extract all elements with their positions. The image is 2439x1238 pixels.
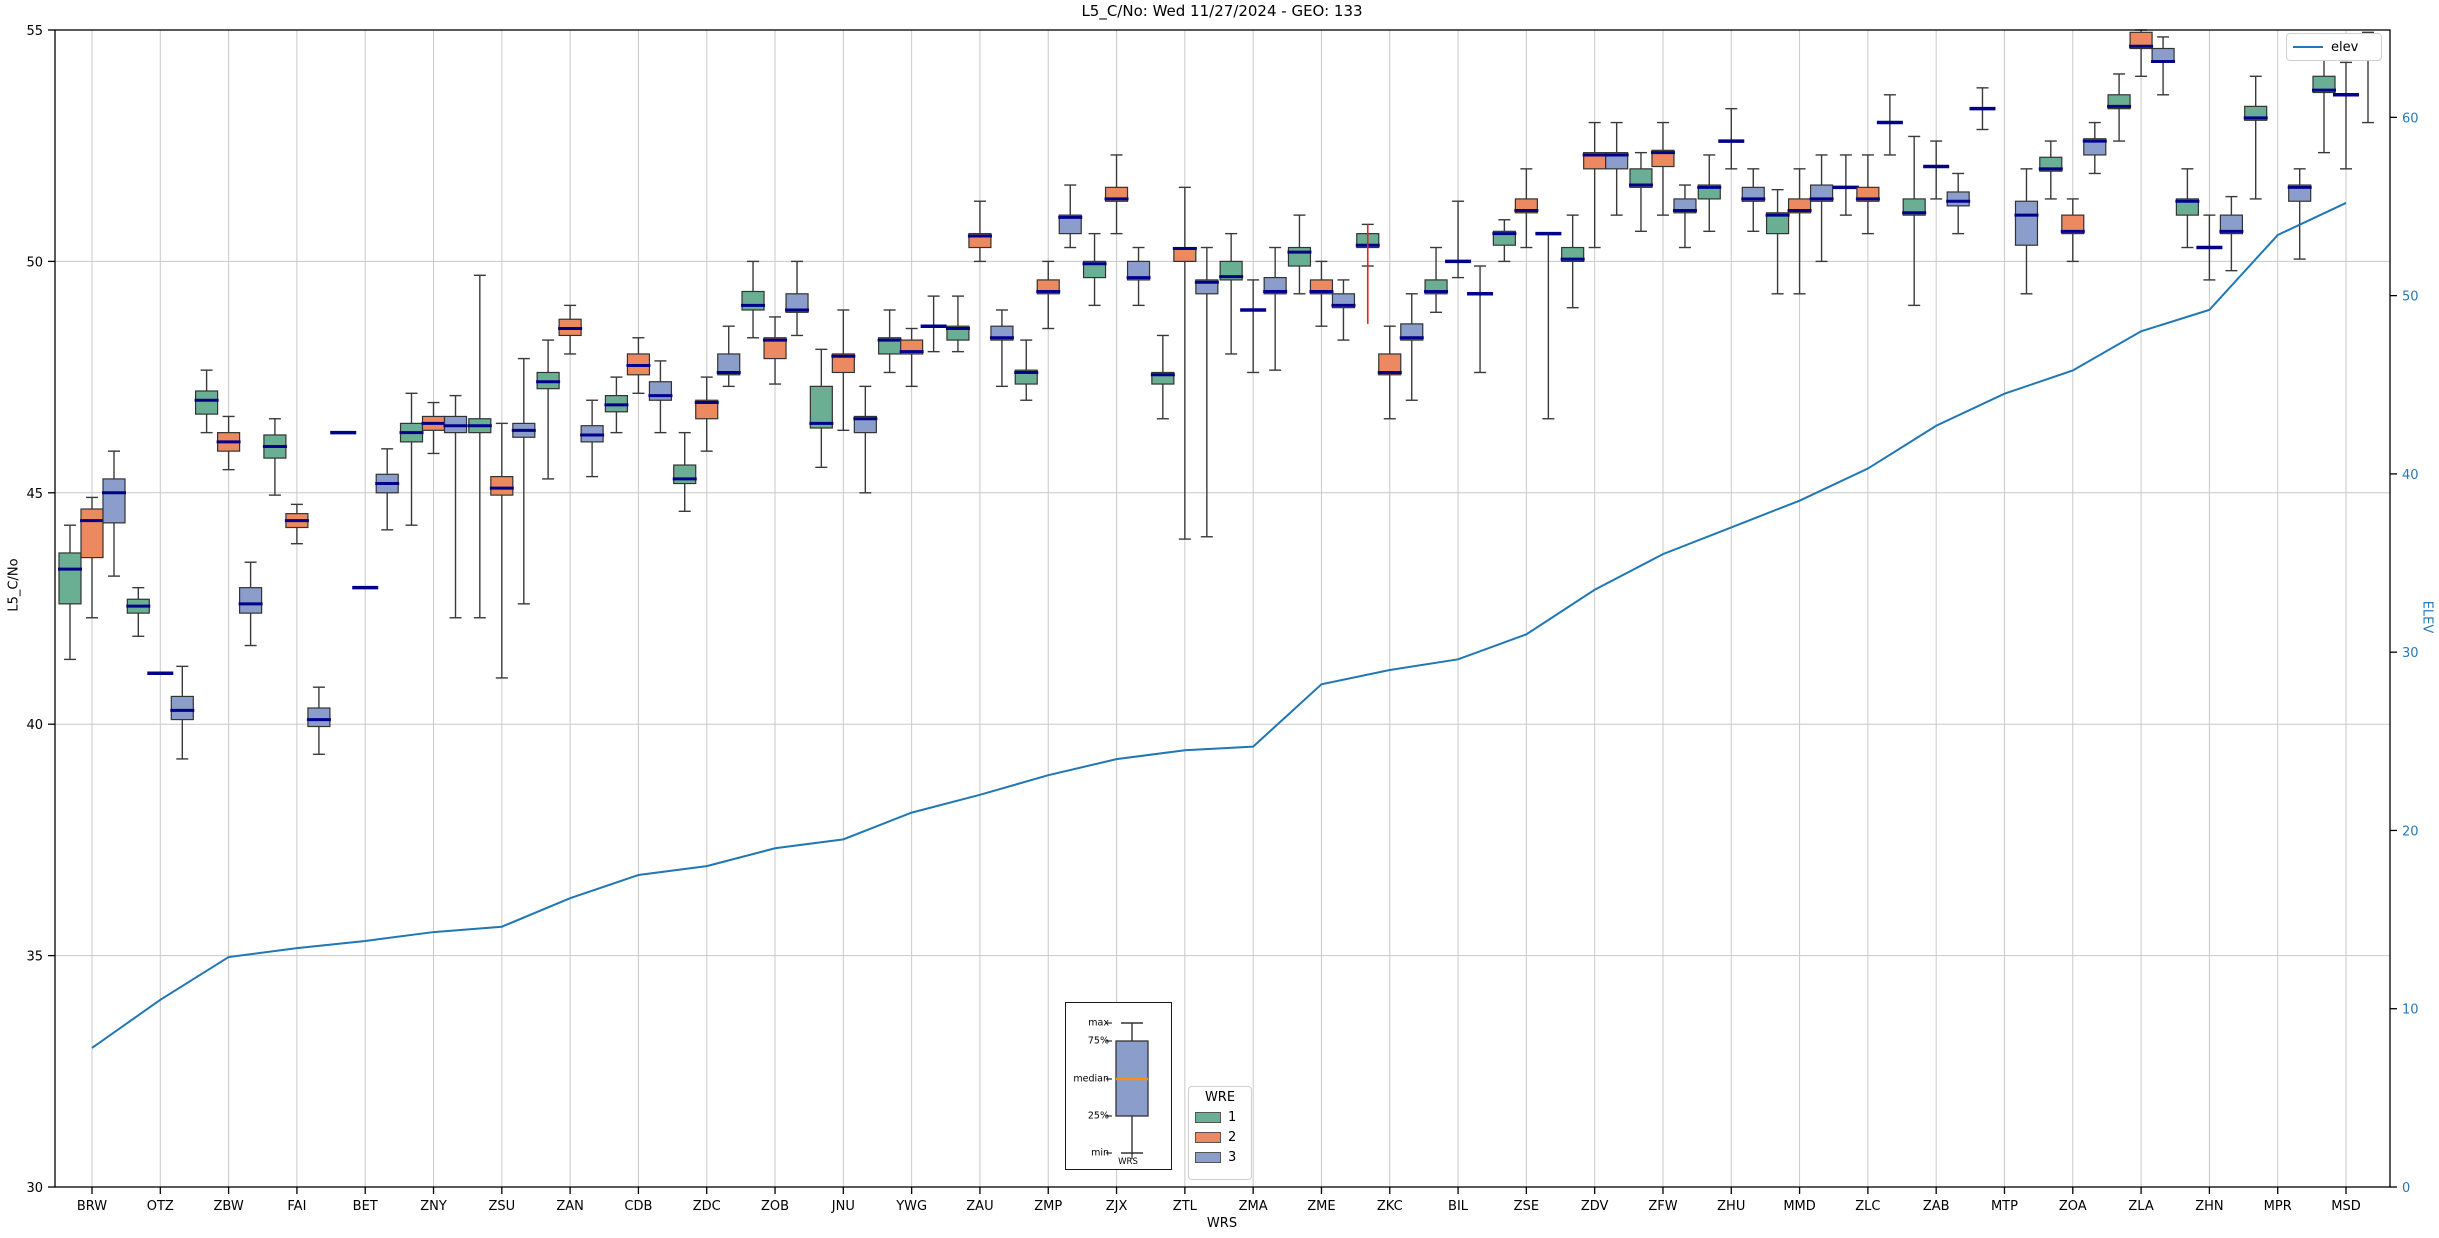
station-label-ZDC: ZDC: [693, 1199, 721, 1214]
right-tick-label: 30: [2402, 646, 2419, 661]
station-label-ZJX: ZJX: [1106, 1199, 1128, 1214]
station-label-ZMP: ZMP: [1034, 1199, 1062, 1214]
box-BRW-wre3: [102, 478, 126, 524]
left-tick-label: 45: [26, 487, 43, 502]
station-label-ZKC: ZKC: [1377, 1199, 1403, 1214]
station-label-BET: BET: [353, 1199, 378, 1214]
right-tick-label: 0: [2402, 1181, 2410, 1196]
station-label-CDB: CDB: [624, 1199, 652, 1214]
station-label-ZOB: ZOB: [761, 1199, 789, 1214]
wre-legend-row-3: 3: [1195, 1150, 1245, 1165]
box-ZBW-wre3: [239, 587, 263, 614]
station-label-ZAN: ZAN: [556, 1199, 584, 1214]
station-label-BIL: BIL: [1448, 1199, 1469, 1214]
chart-figure: 55 50 45 40 35 30 60 50 40 30 20 10 0 BRW OTZ ZBW FAI BET…: [0, 0, 2439, 1238]
wre2-swatch-icon: [1195, 1132, 1221, 1143]
station-label-ZAU: ZAU: [966, 1199, 993, 1214]
station-label-MTP: MTP: [1991, 1199, 2018, 1214]
station-label-ZHN: ZHN: [2195, 1199, 2223, 1214]
wre-legend-row-1: 1: [1195, 1110, 1245, 1125]
station-label-ZFW: ZFW: [1648, 1199, 1677, 1214]
right-tick-label: 10: [2402, 1003, 2419, 1018]
wre3-label: 3: [1228, 1150, 1237, 1165]
wre1-swatch-icon: [1195, 1112, 1221, 1123]
station-label-ZMA: ZMA: [1239, 1199, 1268, 1214]
station-label-JNU: JNU: [831, 1199, 855, 1214]
inset-label-median: median: [1073, 1073, 1109, 1085]
left-axis-label: L5_C/No: [6, 558, 22, 612]
station-label-ZBW: ZBW: [213, 1199, 243, 1214]
inset-xlabel: WRS: [1118, 1157, 1138, 1167]
station-label-MMD: MMD: [1783, 1199, 1815, 1214]
box-ZAB-wre3: [1946, 191, 1970, 207]
elev-legend-line-icon: [2293, 46, 2323, 48]
x-axis-label: WRS: [1206, 1216, 1238, 1231]
station-label-MSD: MSD: [2331, 1199, 2360, 1214]
station-label-ZLC: ZLC: [1855, 1199, 1880, 1214]
station-label-ZLA: ZLA: [2128, 1199, 2153, 1214]
wre-legend: WRE 1 2 3: [1188, 1086, 1252, 1180]
plot-canvas: 55 50 45 40 35 30 60 50 40 30 20 10 0 BRW OTZ ZBW FAI BET…: [0, 0, 2439, 1238]
station-label-ZDV: ZDV: [1581, 1199, 1609, 1214]
station-label-ZOA: ZOA: [2059, 1199, 2087, 1214]
elev-legend: elev: [2286, 33, 2382, 61]
right-tick-label: 40: [2402, 468, 2419, 483]
inset-label-min: min: [1091, 1147, 1109, 1159]
station-label-FAI: FAI: [287, 1199, 306, 1214]
boxplot-key-inset: max 75% median 25% min WRS: [1065, 1002, 1172, 1170]
box-ZME-wre1: [1287, 246, 1312, 267]
left-tick-label: 50: [26, 255, 43, 270]
box-FAI-wre3: [307, 707, 331, 728]
box-JNU-wre1: [809, 385, 833, 429]
wre-legend-title: WRE: [1204, 1090, 1236, 1105]
right-axis-label: ELEV: [2419, 600, 2435, 634]
box-ZOB-wre1: [741, 290, 765, 311]
station-label-ZTL: ZTL: [1173, 1199, 1198, 1214]
station-label-OTZ: OTZ: [147, 1199, 174, 1214]
box-OTZ-wre3: [170, 695, 194, 721]
station-label-ZNY: ZNY: [420, 1199, 447, 1214]
wre1-label: 1: [1228, 1110, 1237, 1125]
boxplot-key-diagram: [1106, 1022, 1149, 1159]
left-tick-label: 55: [26, 24, 43, 39]
station-label-ZME: ZME: [1307, 1199, 1335, 1214]
box-ZDC-wre1: [673, 464, 697, 485]
box-ZSU-wre2: [490, 476, 514, 496]
station-label-ZSU: ZSU: [488, 1199, 515, 1214]
inset-label-max: max: [1088, 1017, 1109, 1029]
right-tick-label: 50: [2402, 290, 2419, 305]
station-label-ZAB: ZAB: [1923, 1199, 1950, 1214]
inset-label-75: 75%: [1087, 1035, 1109, 1047]
wre-legend-row-2: 2: [1195, 1130, 1245, 1145]
chart-title: L5_C/No: Wed 11/27/2024 - GEO: 133: [1081, 2, 1363, 20]
inset-label-25: 25%: [1087, 1110, 1109, 1122]
elev-legend-label: elev: [2331, 39, 2359, 55]
right-tick-label: 20: [2402, 824, 2419, 839]
wre3-swatch-icon: [1195, 1152, 1221, 1163]
box-BRW-wre1: [58, 552, 82, 605]
station-label-YWG: YWG: [895, 1199, 927, 1214]
box-CDB-wre3: [648, 381, 673, 401]
box-ZBW-wre1: [195, 390, 219, 415]
station-label-BRW: BRW: [77, 1199, 107, 1214]
left-tick-label: 40: [26, 718, 43, 733]
station-label-ZSE: ZSE: [1514, 1199, 1539, 1214]
left-tick-label: 30: [26, 1181, 43, 1196]
box-MTP-wre3: [2014, 200, 2039, 246]
wre2-label: 2: [1228, 1130, 1237, 1145]
left-tick-label: 35: [26, 950, 43, 965]
box-BRW-wre2: [80, 508, 104, 559]
station-label-MPR: MPR: [2264, 1199, 2292, 1214]
station-label-ZHU: ZHU: [1717, 1199, 1745, 1214]
right-tick-label: 60: [2402, 111, 2419, 126]
